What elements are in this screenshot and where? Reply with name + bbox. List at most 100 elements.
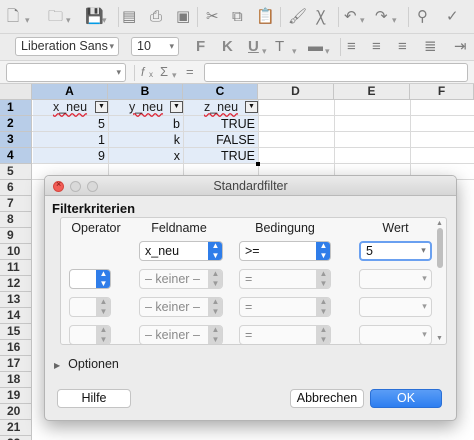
help-button[interactable]: Hilfe xyxy=(57,389,131,408)
row-header[interactable]: 21 xyxy=(0,420,32,436)
row-header[interactable]: 18 xyxy=(0,372,32,388)
redo-icon[interactable]: ↷ xyxy=(375,9,388,25)
align-left-icon[interactable]: ≡ xyxy=(347,39,356,55)
updown-chevron-icon[interactable]: ▲ ▼ xyxy=(208,298,222,316)
criteria-scrollbar[interactable]: ▲ ▼ xyxy=(436,220,444,342)
row-header[interactable]: 20 xyxy=(0,404,32,420)
cell-c3[interactable]: FALSE xyxy=(184,132,258,148)
row-header[interactable]: 16 xyxy=(0,340,32,356)
updown-chevron-icon[interactable]: ▲ ▼ xyxy=(316,242,330,260)
dialog-titlebar[interactable]: Standardfilter xyxy=(45,176,456,196)
open-folder-icon[interactable]: 🗀 xyxy=(48,9,63,25)
fill-handle[interactable] xyxy=(256,162,260,166)
italic-button[interactable]: K xyxy=(222,38,233,56)
updown-chevron-icon[interactable]: ▲ ▼ xyxy=(208,270,222,288)
row-header[interactable]: 6 xyxy=(0,180,32,196)
export-pdf-icon[interactable]: ▤ xyxy=(122,9,136,25)
font-size-box[interactable]: 10 ▾ xyxy=(131,37,179,56)
updown-chevron-icon[interactable]: ▲ ▼ xyxy=(316,298,330,316)
operator-select-3[interactable]: ▲ ▼ xyxy=(69,297,111,317)
updown-chevron-icon[interactable]: ▲ ▼ xyxy=(208,242,222,260)
column-header-b[interactable]: B xyxy=(108,84,183,100)
field-select-3[interactable]: – keiner – ▲ ▼ xyxy=(139,297,223,317)
find-replace-icon[interactable]: ⚲ xyxy=(417,9,428,25)
copy-icon[interactable]: ⧉ xyxy=(232,9,243,25)
column-header-d[interactable]: D xyxy=(258,84,334,100)
condition-select-4[interactable]: = ▲ ▼ xyxy=(239,325,331,344)
column-header-e[interactable]: E xyxy=(334,84,410,100)
chevron-down-icon[interactable]: ▾ xyxy=(116,64,121,81)
options-expander[interactable]: ▶ Optionen xyxy=(54,357,119,371)
row-header[interactable]: 7 xyxy=(0,196,32,212)
updown-chevron-icon[interactable]: ▲ ▼ xyxy=(96,298,110,316)
field-select-2[interactable]: – keiner – ▲ ▼ xyxy=(139,269,223,289)
redo-dropdown-icon[interactable]: ▾ xyxy=(392,12,397,28)
chevron-down-icon[interactable]: ▾ xyxy=(417,270,431,288)
scroll-up-icon[interactable]: ▲ xyxy=(436,220,443,227)
autofilter-button-a[interactable]: ▼ xyxy=(95,101,108,113)
chevron-down-icon[interactable]: ▾ xyxy=(109,38,114,55)
row-header[interactable]: 10 xyxy=(0,244,32,260)
condition-select-1[interactable]: >= ▲ ▼ xyxy=(239,241,331,261)
chevron-down-icon[interactable]: ▾ xyxy=(416,243,430,259)
select-all-corner[interactable] xyxy=(0,84,32,100)
cut-icon[interactable]: ✂ xyxy=(206,9,219,25)
row-header[interactable]: 19 xyxy=(0,388,32,404)
print-preview-icon[interactable]: ▣ xyxy=(176,9,190,25)
updown-chevron-icon[interactable]: ▲ ▼ xyxy=(316,326,330,344)
updown-chevron-icon[interactable]: ▲ ▼ xyxy=(96,326,110,344)
row-header[interactable]: 17 xyxy=(0,356,32,372)
cell-b2[interactable]: b xyxy=(109,116,183,132)
column-header-c[interactable]: C xyxy=(183,84,258,100)
updown-chevron-icon[interactable]: ▲ ▼ xyxy=(316,270,330,288)
row-header[interactable]: 12 xyxy=(0,276,32,292)
new-dropdown-icon[interactable]: ▾ xyxy=(25,12,30,28)
clear-formatting-icon[interactable]: Ꭓ xyxy=(316,9,326,25)
spellcheck-icon[interactable]: ✓ xyxy=(446,9,459,25)
bold-button[interactable]: F xyxy=(196,38,205,56)
value-combo-2[interactable]: ▾ xyxy=(359,269,432,289)
underline-dropdown-icon[interactable]: ▾ xyxy=(262,43,267,59)
row-header[interactable]: 2 xyxy=(0,116,32,132)
operator-select-2[interactable]: ▲ ▼ xyxy=(69,269,111,289)
row-header[interactable]: 3 xyxy=(0,132,32,148)
name-box[interactable]: ▾ xyxy=(6,63,126,82)
formula-input[interactable] xyxy=(204,63,468,82)
row-header[interactable]: 1 xyxy=(0,100,32,116)
chevron-down-icon[interactable]: ▾ xyxy=(169,38,174,55)
font-color-icon[interactable]: T xyxy=(275,39,284,55)
condition-select-3[interactable]: = ▲ ▼ xyxy=(239,297,331,317)
row-header[interactable]: 5 xyxy=(0,164,32,180)
value-combo-4[interactable]: ▾ xyxy=(359,325,432,344)
autofilter-button-c[interactable]: ▼ xyxy=(245,101,258,113)
chevron-down-icon[interactable]: ▾ xyxy=(417,298,431,316)
disclosure-triangle-icon[interactable]: ▶ xyxy=(54,361,60,370)
save-dropdown-icon[interactable]: ▾ xyxy=(102,12,107,28)
cell-a3[interactable]: 1 xyxy=(33,132,108,148)
underline-button[interactable]: U xyxy=(248,38,259,56)
column-header-f[interactable]: F xyxy=(410,84,474,100)
row-header[interactable]: 13 xyxy=(0,292,32,308)
row-header[interactable]: 15 xyxy=(0,324,32,340)
equals-icon[interactable]: = xyxy=(186,64,194,80)
new-document-icon[interactable]: 🗋 xyxy=(7,9,19,25)
autofilter-button-b[interactable]: ▼ xyxy=(170,101,183,113)
cell-b3[interactable]: k xyxy=(109,132,183,148)
open-dropdown-icon[interactable]: ▾ xyxy=(66,12,71,28)
paste-icon[interactable]: 📋 xyxy=(256,9,275,25)
close-icon[interactable]: × xyxy=(53,179,64,192)
field-select-1[interactable]: x_neu ▲ ▼ xyxy=(139,241,223,261)
align-center-icon[interactable]: ≡ xyxy=(372,39,381,55)
row-header[interactable]: 11 xyxy=(0,260,32,276)
cell-a2[interactable]: 5 xyxy=(33,116,108,132)
scrollbar-thumb[interactable] xyxy=(437,228,443,268)
updown-chevron-icon[interactable]: ▲ ▼ xyxy=(96,270,110,288)
value-combo-3[interactable]: ▾ xyxy=(359,297,432,317)
font-name-box[interactable]: Liberation Sans ▾ xyxy=(15,37,119,56)
undo-icon[interactable]: ↶ xyxy=(344,9,357,25)
font-color-dropdown-icon[interactable]: ▾ xyxy=(292,43,297,59)
field-select-4[interactable]: – keiner – ▲ ▼ xyxy=(139,325,223,344)
wrap-text-icon[interactable]: ⇥ xyxy=(454,39,467,55)
row-header[interactable]: 9 xyxy=(0,228,32,244)
updown-chevron-icon[interactable]: ▲ ▼ xyxy=(208,326,222,344)
